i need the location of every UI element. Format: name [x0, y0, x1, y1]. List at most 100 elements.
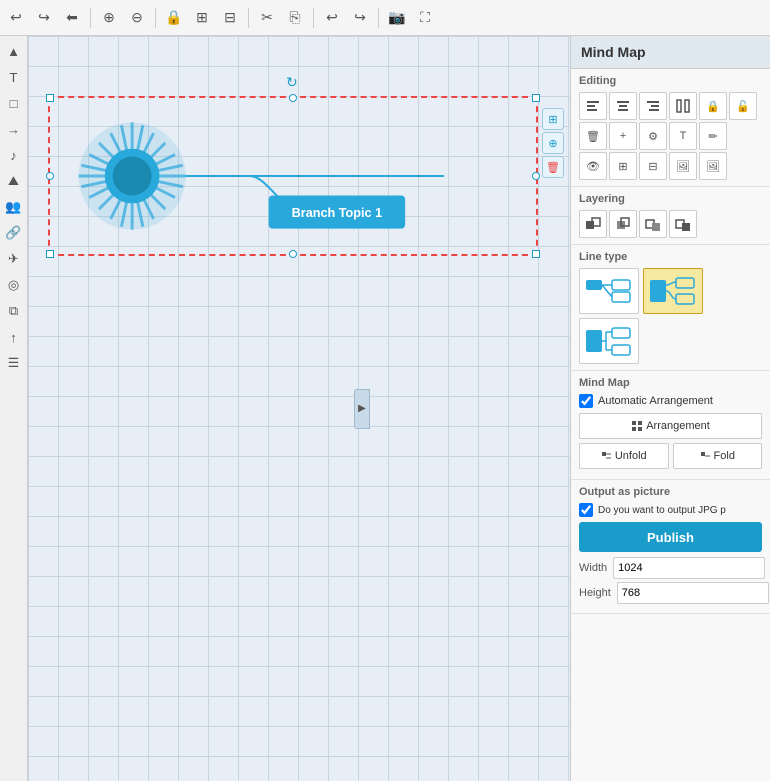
- people-icon[interactable]: 👥: [3, 196, 25, 218]
- unfold-label: Unfold: [615, 450, 647, 462]
- music-icon[interactable]: ♪: [3, 144, 25, 166]
- line-type-section: Line type: [571, 245, 770, 371]
- plane-icon[interactable]: ✈: [3, 248, 25, 270]
- camera-btn[interactable]: 📷: [385, 6, 409, 30]
- grid-btn[interactable]: ⊞: [190, 6, 214, 30]
- layering-grid: [579, 210, 762, 238]
- pointer-icon[interactable]: ▲: [3, 40, 25, 62]
- edit2-btn[interactable]: ⊟: [639, 152, 667, 180]
- float-actions: ⊞ ⊕ 🗑: [542, 108, 564, 178]
- img2-btn[interactable]: 🖼: [699, 152, 727, 180]
- unfold-btn[interactable]: Unfold: [579, 443, 669, 469]
- mindmap-section: Mind Map Automatic Arrangement Arrangeme…: [571, 371, 770, 480]
- zoom-in-btn[interactable]: ⊕: [97, 6, 121, 30]
- send-back-btn[interactable]: [669, 210, 697, 238]
- line-type-btn-3[interactable]: [579, 318, 639, 364]
- width-input[interactable]: [613, 557, 765, 579]
- line-type-grid: [579, 268, 762, 364]
- align-center-btn[interactable]: [609, 92, 637, 120]
- height-row: Height: [579, 582, 762, 604]
- shape-icon[interactable]: □: [3, 92, 25, 114]
- copy-btn[interactable]: ⎘: [283, 6, 307, 30]
- zoom-out-btn[interactable]: ⊖: [125, 6, 149, 30]
- panel-title: Mind Map: [581, 44, 646, 60]
- line-type-btn-2[interactable]: [643, 268, 703, 314]
- bring-front-btn[interactable]: [579, 210, 607, 238]
- send-backward-btn[interactable]: [639, 210, 667, 238]
- fold-btn[interactable]: Fold: [673, 443, 763, 469]
- arrangement-btn[interactable]: Arrangement: [579, 413, 762, 439]
- text2-btn[interactable]: T: [669, 122, 697, 150]
- width-label: Width: [579, 562, 607, 574]
- mindmap-svg: Branch Topic 1: [50, 98, 536, 254]
- auto-arrangement-checkbox[interactable]: [579, 394, 593, 408]
- settings-btn[interactable]: ⚙: [639, 122, 667, 150]
- canvas-area[interactable]: ↻: [28, 36, 570, 781]
- cut-btn[interactable]: ✂: [255, 6, 279, 30]
- auto-arrangement-label: Automatic Arrangement: [598, 395, 713, 407]
- float-btn-1[interactable]: ⊞: [542, 108, 564, 130]
- output-section: Output as picture Do you want to output …: [571, 480, 770, 614]
- layering-title: Layering: [579, 193, 762, 205]
- redo2-btn[interactable]: ↪: [348, 6, 372, 30]
- img-btn[interactable]: 🖼: [669, 152, 697, 180]
- fullscreen-btn[interactable]: ⛶: [413, 6, 437, 30]
- layers-icon[interactable]: ⧉: [3, 300, 25, 322]
- jpg-label: Do you want to output JPG p: [598, 505, 726, 516]
- publish-btn[interactable]: Publish: [579, 522, 762, 552]
- connection-btn[interactable]: ⊞: [609, 152, 637, 180]
- editing-row1: 🔒 🔓: [579, 92, 762, 120]
- jpg-checkbox-row: Do you want to output JPG p: [579, 503, 762, 517]
- arrow-icon[interactable]: →: [3, 118, 25, 140]
- text-icon[interactable]: T: [3, 66, 25, 88]
- main-area: ▲ T □ → ♪ ⛰ 👥 🔗 ✈ ◎ ⧉ ↑ ☰ ↻: [0, 36, 770, 781]
- upload-icon[interactable]: ↑: [3, 326, 25, 348]
- link-icon[interactable]: 🔗: [3, 222, 25, 244]
- toolbar: ↩ ↪ ⬅ ⊕ ⊖ 🔒 ⊞ ⊟ ✂ ⎘ ↩ ↪ 📷 ⛶: [0, 0, 770, 36]
- layout-btn[interactable]: ⊟: [218, 6, 242, 30]
- delete-btn[interactable]: 🗑: [579, 122, 607, 150]
- float-btn-2[interactable]: ⊕: [542, 132, 564, 154]
- fold-label: Fold: [714, 450, 735, 462]
- editing-title: Editing: [579, 75, 762, 87]
- right-panel-header: Mind Map: [571, 36, 770, 69]
- width-row: Width: [579, 557, 762, 579]
- height-label: Height: [579, 587, 611, 599]
- line-type-title: Line type: [579, 251, 762, 263]
- editing-section: Editing 🔒 🔓 🗑 + ⚙: [571, 69, 770, 187]
- mindmap-selection[interactable]: ↻: [48, 96, 538, 256]
- align-left-btn[interactable]: [579, 92, 607, 120]
- auto-arrangement-row: Automatic Arrangement: [579, 394, 762, 408]
- output-title: Output as picture: [579, 486, 762, 498]
- pencil-btn[interactable]: ✏: [699, 122, 727, 150]
- redo-btn[interactable]: ↪: [32, 6, 56, 30]
- lock2-btn[interactable]: 🔒: [699, 92, 727, 120]
- align-right-btn[interactable]: [639, 92, 667, 120]
- undo2-btn[interactable]: ↩: [320, 6, 344, 30]
- add-btn[interactable]: +: [609, 122, 637, 150]
- arrangement-label: Arrangement: [646, 420, 710, 432]
- distribute-btn[interactable]: [669, 92, 697, 120]
- float-btn-3[interactable]: 🗑: [542, 156, 564, 178]
- svg-text:Branch Topic 1: Branch Topic 1: [292, 206, 382, 220]
- chart-icon[interactable]: ⛰: [3, 170, 25, 192]
- eye-btn[interactable]: 👁: [579, 152, 607, 180]
- line-type-btn-1[interactable]: [579, 268, 639, 314]
- circle-icon[interactable]: ◎: [3, 274, 25, 296]
- layering-section: Layering: [571, 187, 770, 245]
- back-btn[interactable]: ⬅: [60, 6, 84, 30]
- rotate-handle[interactable]: ↻: [286, 74, 300, 88]
- editing-row2: 🗑 + ⚙ T ✏: [579, 122, 762, 150]
- collapse-arrow[interactable]: ▶: [354, 389, 370, 429]
- unlock-btn[interactable]: 🔓: [729, 92, 757, 120]
- menu-icon[interactable]: ☰: [3, 352, 25, 374]
- height-input[interactable]: [617, 582, 769, 604]
- jpg-checkbox[interactable]: [579, 503, 593, 517]
- editing-row3: 👁 ⊞ ⊟ 🖼 🖼: [579, 152, 762, 180]
- bring-forward-btn[interactable]: [609, 210, 637, 238]
- mindmap-section-title: Mind Map: [579, 377, 762, 389]
- lock-btn[interactable]: 🔒: [162, 6, 186, 30]
- right-panel: Mind Map Editing 🔒 🔓: [570, 36, 770, 781]
- undo-btn[interactable]: ↩: [4, 6, 28, 30]
- left-sidebar: ▲ T □ → ♪ ⛰ 👥 🔗 ✈ ◎ ⧉ ↑ ☰: [0, 36, 28, 781]
